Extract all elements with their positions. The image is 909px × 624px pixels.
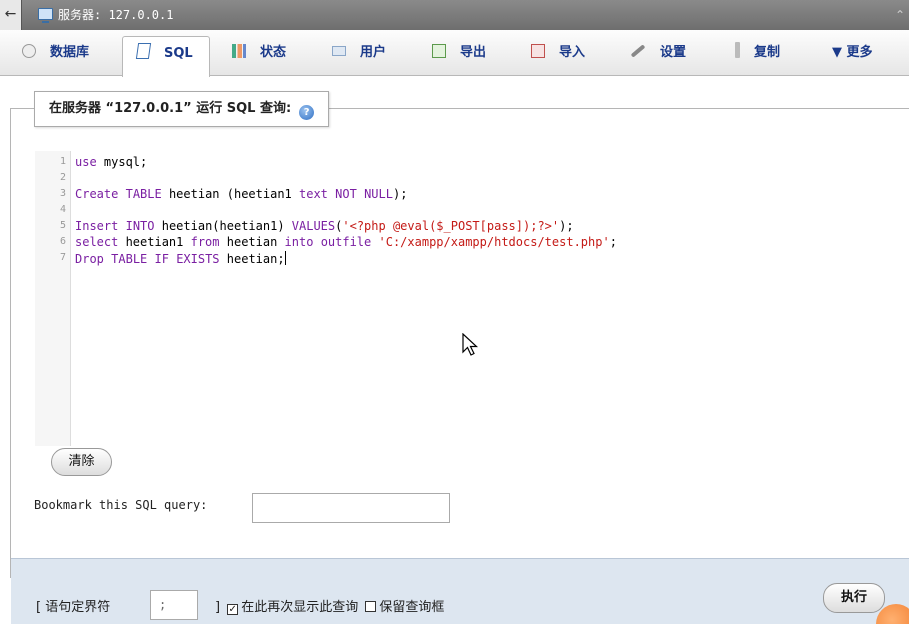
import-icon [531,44,545,58]
tab-users[interactable]: 用户 [332,36,386,76]
line-number: 6 [59,236,66,247]
code-line: Drop TABLE IF EXISTS heetian; [75,251,286,266]
mouse-pointer-icon [462,333,479,356]
query-options: ] ✓ 在此再次显示此查询 保留查询框 [215,596,444,615]
query-options-footer [11,558,909,624]
tab-export[interactable]: 导出 [432,36,486,76]
line-number: 4 [59,204,66,215]
back-arrow-icon[interactable]: ← [0,0,22,30]
collapse-icon[interactable]: ⌃ [895,0,905,30]
tab-sql[interactable]: SQL [122,36,210,77]
tab-settings[interactable]: 设置 [630,36,686,76]
tab-label: 设置 [660,45,687,60]
show-again-label: 在此再次显示此查询 [241,600,359,615]
database-icon [22,44,36,58]
tab-label: SQL [164,46,193,61]
code-line: Create TABLE heetian (heetian1 text NOT … [75,187,408,201]
go-button[interactable]: 执行 [823,583,885,613]
delimiter-input[interactable]: ; [150,590,198,620]
server-icon [38,8,53,23]
delimiter-label: [ 语句定界符 [36,600,111,615]
clear-button[interactable]: 清除 [51,448,112,476]
retain-box-label: 保留查询框 [379,600,445,615]
tab-label: 用户 [360,45,387,60]
tab-label: ▼ 更多 [832,45,873,60]
tab-label: 导入 [559,45,586,60]
tab-label: 数据库 [50,45,90,60]
line-number: 3 [59,188,66,199]
line-number: 7 [59,252,66,263]
tab-databases[interactable]: 数据库 [22,36,89,76]
line-number: 2 [59,172,66,183]
tab-label: 复制 [754,45,781,60]
status-chart-icon [232,44,246,58]
main-tab-bar: 数据库 SQL 状态 用户 导出 导入 设置 复制 ▼ 更多 [0,30,909,77]
sql-editor[interactable]: 1 2 3 4 5 6 7 use mysql; Create TABLE hee… [35,151,886,446]
wrench-icon [630,44,646,58]
sql-query-legend: 在服务器 “127.0.0.1” 运行 SQL 查询:? [34,91,330,127]
help-icon[interactable]: ? [299,105,315,120]
legend-text: 在服务器 “127.0.0.1” 运行 SQL 查询: [49,101,292,116]
tab-more[interactable]: ▼ 更多 [832,36,873,76]
server-label[interactable]: 服务器: 127.0.0.1 [58,0,173,30]
sql-icon [135,43,152,59]
tab-import[interactable]: 导入 [531,36,585,76]
line-number-gutter: 1 2 3 4 5 6 7 [35,151,71,446]
bookmark-input[interactable] [252,493,450,523]
tab-label: 状态 [260,45,287,60]
replication-icon [735,42,740,58]
line-number: 5 [59,220,66,231]
tab-status[interactable]: 状态 [232,36,286,76]
code-line: Insert INTO heetian(heetian1) VALUES('<?… [75,219,574,233]
code-line: select heetian1 from heetian into outfil… [75,235,617,249]
code-line: use mysql; [75,155,148,169]
retain-box-checkbox[interactable] [365,601,377,612]
export-icon [432,44,446,58]
show-again-checkbox[interactable]: ✓ [227,604,239,615]
tab-replication[interactable]: 复制 [735,36,780,76]
bookmark-label: Bookmark this SQL query: [34,498,208,512]
delimiter-close-bracket: ] [215,600,221,615]
users-icon [332,46,346,56]
line-number: 1 [59,156,66,167]
tab-label: 导出 [460,45,487,60]
server-breadcrumb-bar: ← 服务器: 127.0.0.1 ⌃ [0,0,909,30]
